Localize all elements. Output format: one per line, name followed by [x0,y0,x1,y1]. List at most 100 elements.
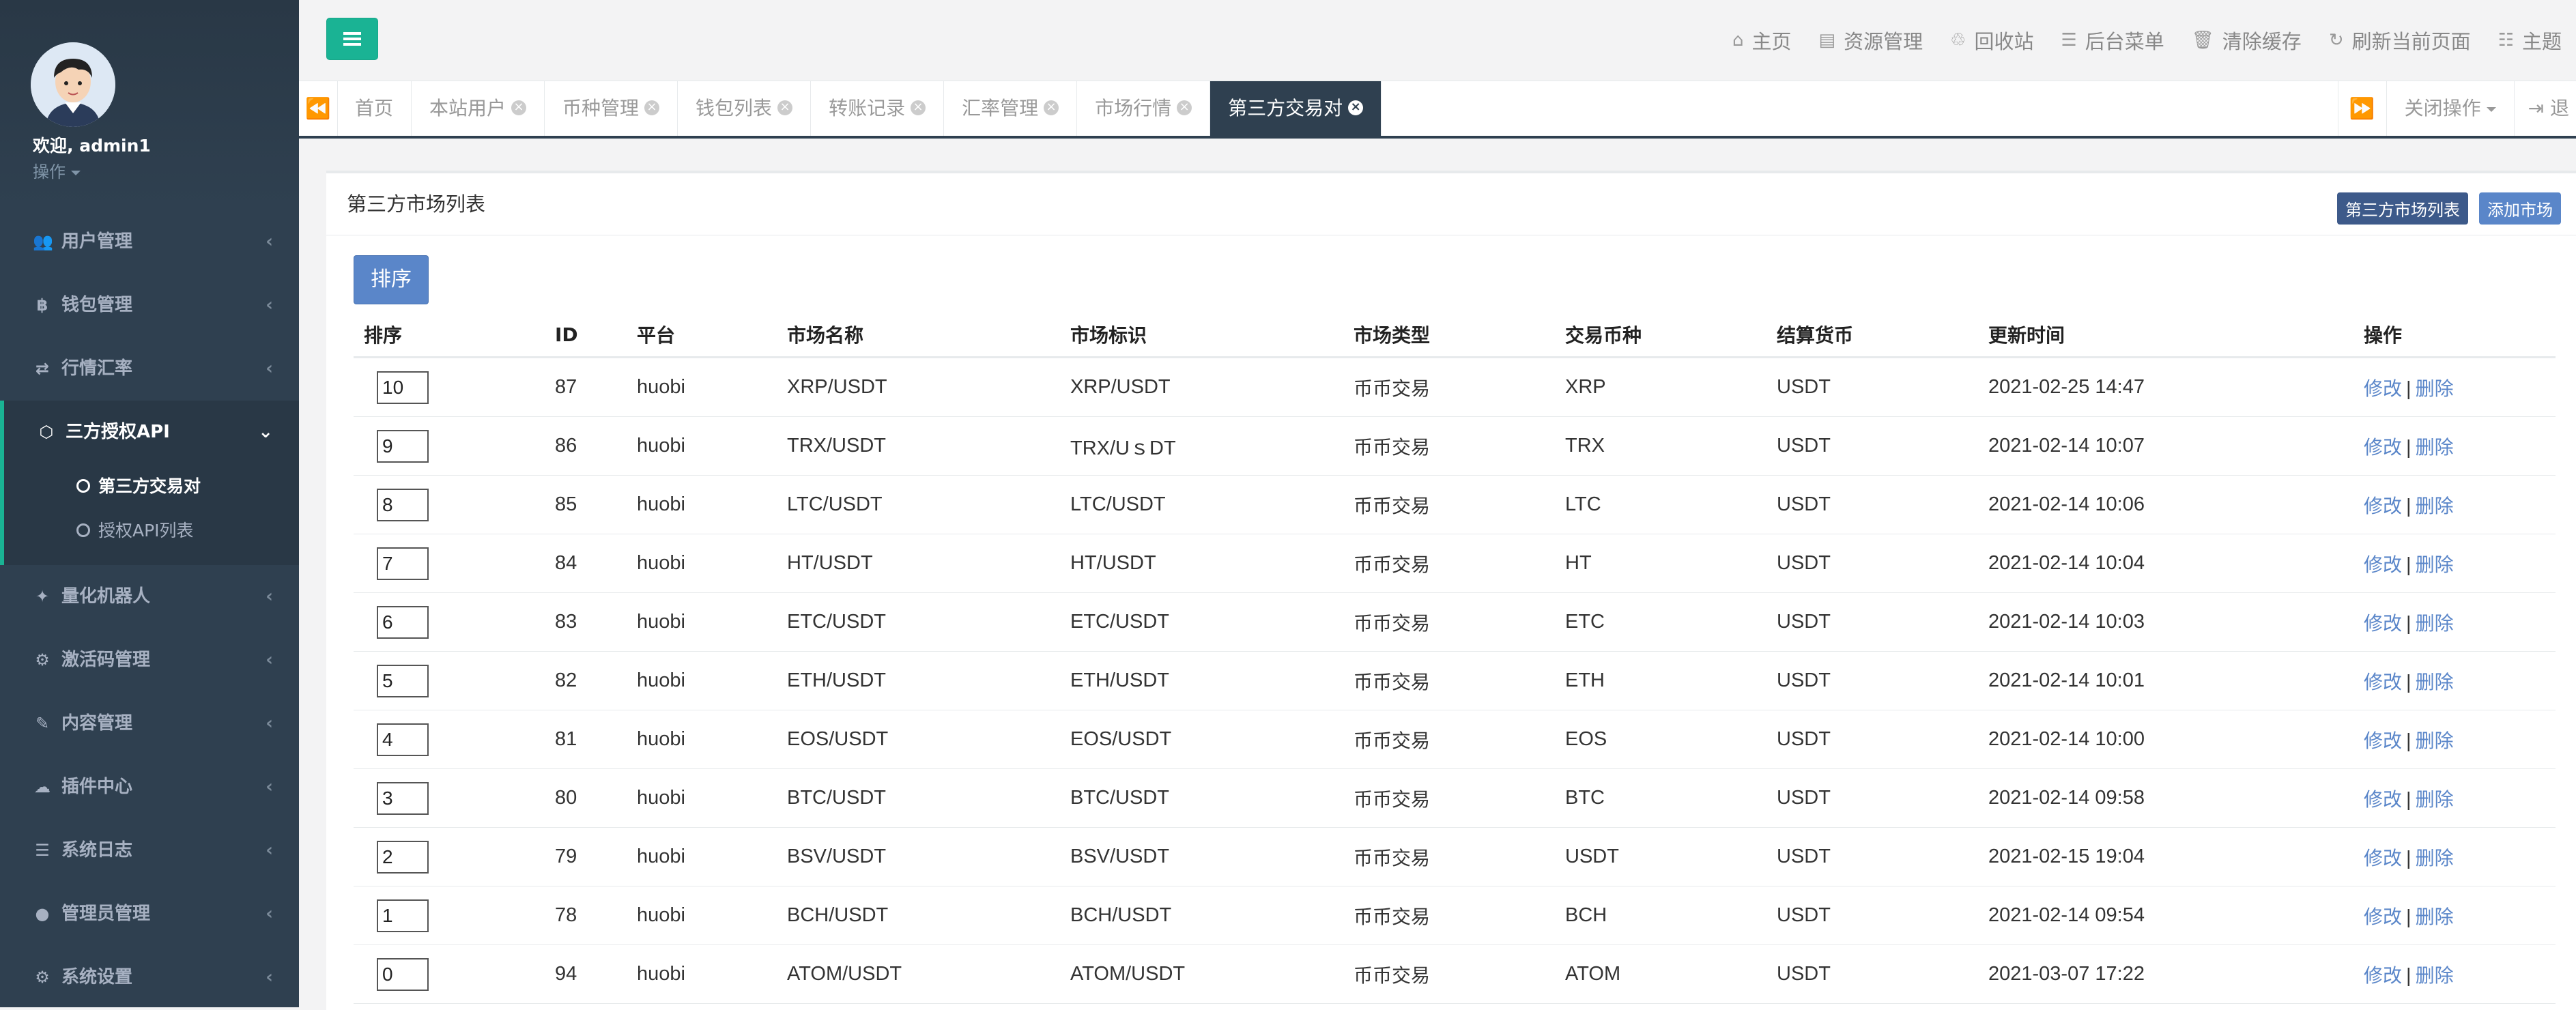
tab-exchange-rates[interactable]: 汇率管理 × [944,81,1078,136]
column-header: 市场名称 [777,313,1060,358]
edit-link[interactable]: 修改 [2364,377,2402,400]
top-link-clear-cache[interactable]: 🗑 清除缓存 [2192,26,2302,55]
edit-link[interactable]: 修改 [2364,436,2402,459]
sidebar-item-users[interactable]: 👥 用户管理 ‹ [0,210,299,274]
top-link-resources[interactable]: ▤ 资源管理 [1819,26,1923,55]
top-link-refresh[interactable]: ↻ 刷新当前页面 [2329,26,2471,55]
chevron-left-icon: ‹ [266,967,273,987]
sort-order-input[interactable] [377,723,429,756]
close-icon[interactable]: × [911,100,926,115]
delete-link[interactable]: 删除 [2416,730,2454,752]
top-link-label: 回收站 [1974,30,2034,53]
avatar[interactable] [31,42,115,127]
delete-link[interactable]: 删除 [2416,436,2454,459]
delete-link[interactable]: 删除 [2416,495,2454,517]
sort-button[interactable]: 排序 [354,255,429,304]
market-type-cell: 币币交易 [1343,475,1555,534]
sidebar-item-content[interactable]: ✎ 内容管理 ‹ [0,692,299,755]
tabs-scroll-left-button[interactable]: ⏪ [299,81,338,136]
chevron-left-icon: ‹ [266,777,273,797]
tab-third-party-pairs[interactable]: 第三方交易对 × [1210,81,1382,136]
sidebar-item-activation-codes[interactable]: ⚙ 激活码管理 ‹ [0,629,299,692]
top-link-home[interactable]: ⌂ 主页 [1732,26,1792,55]
sort-order-input[interactable] [377,547,429,580]
tab-label: 第三方交易对 [1228,97,1343,119]
profile-ops-dropdown[interactable]: 操作 [33,158,81,182]
close-icon[interactable]: × [1044,100,1059,115]
edit-link[interactable]: 修改 [2364,671,2402,693]
tab-label: 转账记录 [829,97,906,119]
sidebar-item-system-log[interactable]: ☰ 系统日志 ‹ [0,819,299,882]
edit-link[interactable]: 修改 [2364,495,2402,517]
menu-toggle-button[interactable] [326,18,378,60]
sidebar-item-admins[interactable]: ● 管理员管理 ‹ [0,882,299,946]
sidebar-item-settings[interactable]: ⚙ 系统设置 ‹ [0,946,299,1007]
user-shield-icon: ● [35,904,50,923]
tab-transfer-records[interactable]: 转账记录 × [811,81,945,136]
exit-button[interactable]: ⇥ 退 [2513,81,2576,136]
trade-coin-cell: ETC [1555,592,1766,652]
sort-order-input[interactable] [377,899,429,932]
close-icon[interactable]: × [1348,100,1364,115]
sidebar-item-quant-robot[interactable]: ✦ 量化机器人 ‹ [0,565,299,629]
sort-cell [354,416,545,476]
sidebar-item-market-rates[interactable]: ⇄ 行情汇率 ‹ [0,337,299,401]
updated-time-cell: 2021-02-14 10:04 [1978,534,2353,593]
sort-order-input[interactable] [377,429,429,463]
delete-link[interactable]: 删除 [2416,788,2454,811]
tabs-scroll-right-button[interactable]: ⏩ [2337,81,2386,136]
sidebar-item-wallet[interactable]: ฿ 钱包管理 ‹ [0,274,299,337]
edit-link[interactable]: 修改 [2364,847,2402,869]
trade-coin-cell: LTC [1555,475,1766,534]
sort-order-input[interactable] [377,664,429,697]
close-icon[interactable]: × [511,100,527,115]
edit-link[interactable]: 修改 [2364,730,2402,752]
delete-link[interactable]: 删除 [2416,553,2454,576]
sort-order-input[interactable] [377,605,429,639]
delete-link[interactable]: 删除 [2416,964,2454,987]
edit-link[interactable]: 修改 [2364,788,2402,811]
close-operations-dropdown[interactable]: 关闭操作 [2386,81,2514,136]
edit-link[interactable]: 修改 [2364,612,2402,635]
delete-link[interactable]: 删除 [2416,906,2454,928]
tab-market-quotes[interactable]: 市场行情 × [1077,81,1211,136]
top-link-theme[interactable]: ☷ 主题 [2498,26,2562,55]
delete-link[interactable]: 删除 [2416,612,2454,635]
add-market-button[interactable]: 添加市场 [2479,192,2561,225]
top-link-admin-menu[interactable]: ☰ 后台菜单 [2061,26,2164,55]
sort-order-input[interactable] [377,488,429,521]
sort-cell [354,357,545,417]
market-name-cell: HT/USDT [777,534,1060,593]
close-icon[interactable]: × [777,100,793,115]
close-icon[interactable]: × [1177,100,1192,115]
market-list-button[interactable]: 第三方市场列表 [2337,192,2468,225]
tab-home[interactable]: 首页 [337,81,412,136]
edit-link[interactable]: 修改 [2364,553,2402,576]
settle-currency-cell: USDT [1766,651,1978,710]
separator: | [2406,377,2412,400]
id-cell: 84 [545,534,627,593]
sort-cell [354,944,545,1004]
top-link-recycle[interactable]: ♲ 回收站 [1950,26,2033,55]
sidebar-subitem-trading-pairs[interactable]: 第三方交易对 [4,464,299,508]
tab-wallet-list[interactable]: 钱包列表 × [678,81,812,136]
delete-link[interactable]: 删除 [2416,377,2454,400]
sidebar-item-third-party-api[interactable]: ⬡ 三方授权API ⌄ [0,401,299,464]
separator: | [2406,964,2412,987]
edit-link[interactable]: 修改 [2364,964,2402,987]
close-icon[interactable]: × [644,100,660,115]
delete-link[interactable]: 删除 [2416,671,2454,693]
market-name-cell: BTC/USDT [777,768,1060,828]
sort-order-input[interactable] [377,371,429,404]
sidebar-item-plugins[interactable]: ☁ 插件中心 ‹ [0,755,299,819]
sort-order-input[interactable] [377,957,429,991]
tab-site-users[interactable]: 本站用户 × [412,81,545,136]
top-link-label: 刷新当前页面 [2351,30,2471,53]
sort-order-input[interactable] [377,840,429,874]
sidebar-subitem-api-list[interactable]: 授权API列表 [4,508,299,553]
delete-link[interactable]: 删除 [2416,847,2454,869]
sort-order-input[interactable] [377,781,429,815]
trade-coin-cell: BTC [1555,768,1766,828]
tab-currency-management[interactable]: 币种管理 × [545,81,678,136]
edit-link[interactable]: 修改 [2364,906,2402,928]
